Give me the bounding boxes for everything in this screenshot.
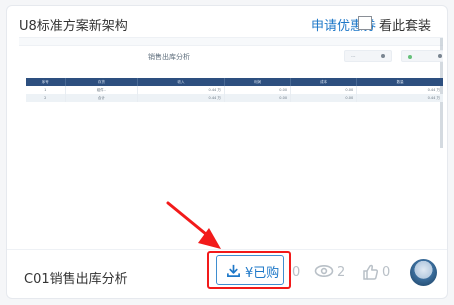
card-title: U8标准方案新架构	[19, 19, 128, 34]
table-header-cell: 数量	[356, 78, 443, 86]
table-cell: 0.44 万	[356, 86, 443, 94]
table-cell: 0.44 万	[356, 94, 443, 102]
table-cell: 0.44 万	[137, 86, 225, 94]
eye-icon	[314, 265, 334, 277]
table-cell: 0.00	[224, 86, 292, 94]
preview-top-strip	[19, 38, 443, 46]
left-count: 0	[292, 265, 301, 280]
footer-divider	[7, 249, 447, 250]
thumbs-up-icon[interactable]	[361, 263, 379, 281]
view-suite-label[interactable]: 看此套装	[379, 15, 431, 34]
view-suite-checkbox[interactable]	[358, 16, 372, 30]
table-cell: 组件..	[65, 86, 139, 94]
table-cell: 0.00	[224, 94, 292, 102]
table-header-cell: 成本	[290, 78, 358, 86]
table-cell: 合计	[65, 94, 139, 102]
table-header-cell: 序号	[26, 78, 66, 86]
report-preview: 销售出库分析 --- 序号 存货 收入 利润 成本 数量 1 组件.. 0.44…	[19, 37, 443, 249]
table-header-cell: 存货	[65, 78, 139, 86]
filter-dropdown-icon	[381, 54, 385, 58]
item-title: C01销售出库分析	[24, 272, 128, 287]
table-cell: 0.00	[290, 86, 358, 94]
filter-selector-2[interactable]	[401, 50, 443, 62]
red-pointer-arrow-icon	[166, 201, 221, 249]
status-dot-icon	[408, 55, 412, 59]
table-cell: 0.44 万	[137, 94, 225, 102]
table-cell: 0.00	[290, 94, 358, 102]
table-header-cell: 收入	[137, 78, 225, 86]
card-header: U8标准方案新架构 申请优惠券 看此套装	[7, 6, 447, 38]
filter-dropdown-icon	[438, 54, 442, 58]
table-header-cell: 利润	[224, 78, 292, 86]
filter-selector-1[interactable]: ---	[344, 50, 392, 62]
table-header-row: 序号 存货 收入 利润 成本 数量	[26, 78, 443, 86]
view-count: 2	[337, 265, 346, 280]
table-row: 1 组件.. 0.44 万 0.00 0.00 0.44 万	[26, 86, 443, 94]
author-avatar[interactable]	[410, 259, 437, 286]
like-count: 0	[382, 265, 391, 280]
filter-selector-text: ---	[351, 54, 356, 59]
table-cell: 2	[26, 94, 66, 102]
report-table: 序号 存货 收入 利润 成本 数量 1 组件.. 0.44 万 0.00 0.0…	[26, 78, 443, 102]
report-title: 销售出库分析	[148, 53, 190, 61]
table-row: 2 合计 0.44 万 0.00 0.00 0.44 万	[26, 94, 443, 102]
table-cell: 1	[26, 86, 66, 94]
highlight-box	[207, 251, 291, 289]
